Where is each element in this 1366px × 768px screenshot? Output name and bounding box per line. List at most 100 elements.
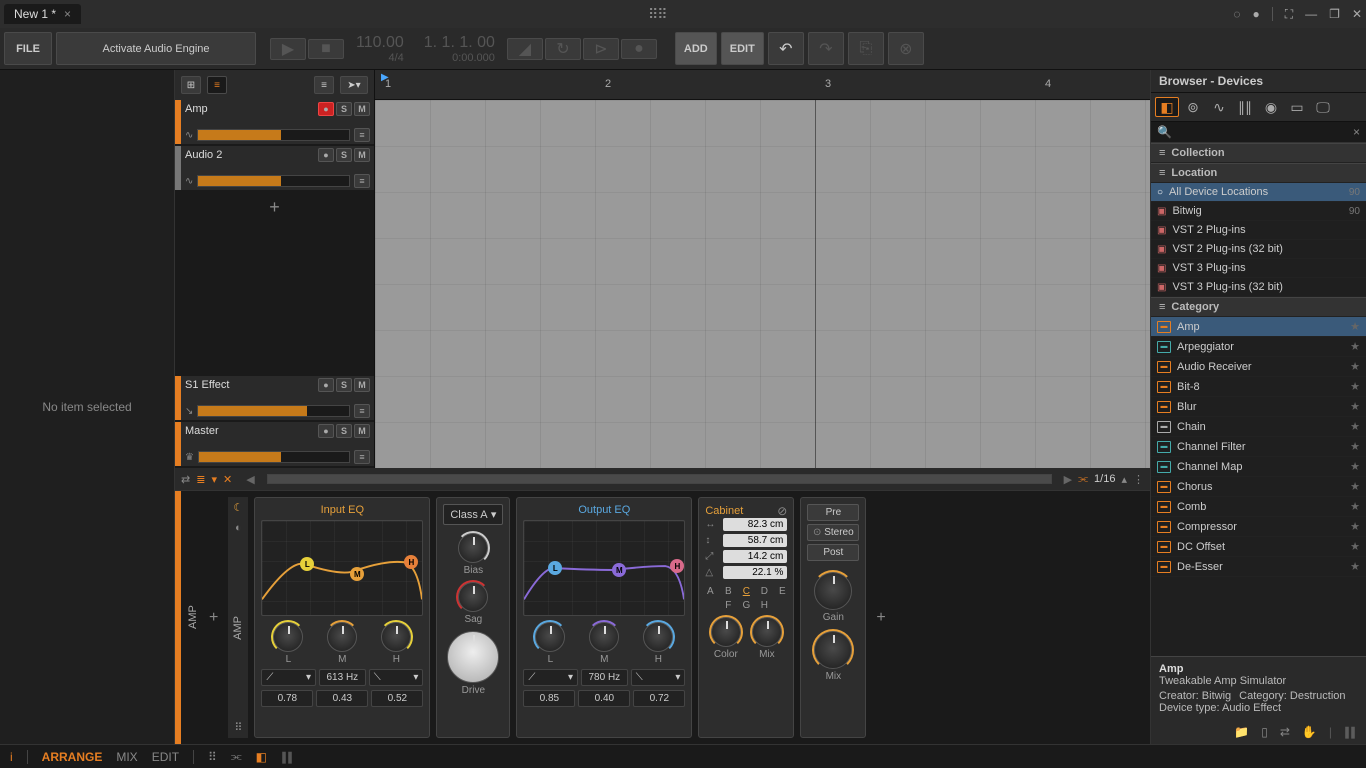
sb-icon-3[interactable]: ◧ [256,750,267,764]
output-eq-graph[interactable]: L M H [523,520,685,616]
output-eq-val-h[interactable]: 0.72 [633,690,685,707]
location-item[interactable]: ▣VST 3 Plug-ins [1151,259,1366,278]
browser-search-input[interactable] [1176,126,1353,138]
cab-damp[interactable]: 22.1 % [723,566,787,579]
punch-button[interactable]: ⊳ [583,38,619,60]
footer-icon-3[interactable]: ▾ [211,473,217,486]
zoom-label[interactable]: 1/16 [1094,473,1115,485]
favorite-icon[interactable]: ★ [1350,560,1360,573]
input-eq-val-l[interactable]: 0.78 [261,690,313,707]
stop-button[interactable]: ■ [308,39,344,59]
footer-icon-1[interactable]: ⇄ [181,473,190,486]
category-item[interactable]: ▬De-Esser★ [1151,557,1366,577]
mute-button[interactable]: M [354,102,370,116]
cabinet-preset-F[interactable]: F [723,600,733,611]
power-icon[interactable]: ◐ [235,522,242,534]
project-tab[interactable]: New 1 * × [4,4,81,24]
view-arrange[interactable]: ARRANGE [42,750,103,764]
sag-knob[interactable]: Sag [458,582,488,625]
location-item[interactable]: ○All Device Locations90 [1151,183,1366,202]
cabinet-preset-D[interactable]: D [759,586,769,597]
input-eq-knob-h[interactable]: H [381,622,411,665]
category-item[interactable]: ▬Compressor★ [1151,517,1366,537]
stereo-button[interactable]: ⊙ Stereo [807,524,859,541]
category-item[interactable]: ▬Bit-8★ [1151,377,1366,397]
input-eq-val-h[interactable]: 0.52 [371,690,423,707]
input-eq-low-shape[interactable]: ⟋▾ [261,669,316,686]
record-arm-button[interactable]: ● [318,424,334,438]
hand-icon[interactable]: ✋ [1302,725,1317,739]
record-arm-button[interactable]: ● [318,148,334,162]
favorite-icon[interactable]: ★ [1350,540,1360,553]
cabinet-preset-G[interactable]: G [741,600,751,611]
sb-icon-2[interactable]: ⫘ [231,749,242,764]
browser-location-header[interactable]: ≡Location [1151,163,1366,183]
loop-button[interactable]: ↻ [545,38,581,60]
volume-slider[interactable] [198,451,350,463]
footer-menu-icon[interactable]: ⋮ [1133,473,1144,486]
favorite-icon[interactable]: ★ [1350,420,1360,433]
mute-button[interactable]: M [354,148,370,162]
output-eq-knob-m[interactable]: M [589,622,619,665]
cabinet-preset-C[interactable]: C [741,586,751,597]
favorite-icon[interactable]: ★ [1350,460,1360,473]
solo-button[interactable]: S [336,102,352,116]
category-item[interactable]: ▬Arpeggiator★ [1151,337,1366,357]
cabinet-bypass-icon[interactable]: ⊘ [777,504,787,518]
record-arm-button[interactable]: ● [318,378,334,392]
category-item[interactable]: ▬Comb★ [1151,497,1366,517]
favorite-icon[interactable]: ★ [1350,440,1360,453]
input-eq-val-m[interactable]: 0.43 [316,690,368,707]
footer-icon-2[interactable]: ≣ [196,473,205,486]
volume-slider[interactable] [197,129,350,141]
output-eq-val-l[interactable]: 0.85 [523,690,575,707]
cabinet-preset-E[interactable]: E [777,586,787,597]
category-item[interactable]: ▬Amp★ [1151,317,1366,337]
output-eq-freq[interactable]: 780 Hz [581,669,628,686]
metronome-button[interactable]: ◢ [507,38,543,60]
handle-icon[interactable]: ⠿ [234,721,242,734]
info-icon[interactable]: i [10,750,13,764]
output-eq-knob-h[interactable]: H [643,622,673,665]
activate-engine-button[interactable]: Activate Audio Engine [56,32,256,65]
record-arm-button[interactable]: ● [318,102,334,116]
redo-button[interactable]: ↷ [808,32,844,65]
add-track-button[interactable]: + [175,192,374,222]
sb-icon-1[interactable]: ⠿ [208,750,217,764]
mix-knob[interactable]: Mix [814,631,852,682]
solo-button[interactable]: S [336,424,352,438]
cab-width[interactable]: 82.3 cm [723,518,787,531]
browser-tab-music-icon[interactable]: ◉ [1259,97,1283,117]
sb-icon-4[interactable]: ∥∥ [281,750,293,764]
category-item[interactable]: ▬Chorus★ [1151,477,1366,497]
browser-collection-header[interactable]: ≡Collection [1151,143,1366,163]
delete-button[interactable]: ⊗ [888,32,924,65]
track-row[interactable]: Master ● S M ♛ ≡ [175,422,374,466]
browser-tab-computer-icon[interactable]: 🖵 [1311,97,1335,117]
volume-slider[interactable] [197,175,350,187]
zoom-up-icon[interactable]: ▴ [1121,473,1127,486]
position-display[interactable]: 1. 1. 1. 00 0:00.000 [416,32,503,65]
input-eq-knob-m[interactable]: M [327,622,357,665]
cab-depth[interactable]: 14.2 cm [723,550,787,563]
scroll-right-icon[interactable]: ▶ [1064,473,1072,486]
close-window-icon[interactable]: ✕ [1352,7,1362,21]
favorite-icon[interactable]: ★ [1350,340,1360,353]
favorite-icon[interactable]: ★ [1350,520,1360,533]
category-item[interactable]: ▬Blur★ [1151,397,1366,417]
fullscreen-icon[interactable]: ⛶ [1285,7,1293,22]
view-grid-icon[interactable]: ⊞ [181,76,201,94]
track-row[interactable]: Audio 2 ● S M ∿ ≡ [175,146,374,190]
record-button[interactable]: ● [621,39,657,59]
location-item[interactable]: ▣VST 2 Plug-ins (32 bit) [1151,240,1366,259]
bias-knob[interactable]: Bias [458,533,488,576]
output-eq-low-shape[interactable]: ⟋▾ [523,669,578,686]
browser-tab-devices-icon[interactable]: ◧ [1155,97,1179,117]
mute-button[interactable]: M [354,424,370,438]
track-menu-button[interactable]: ≡ [354,450,370,464]
tempo-display[interactable]: 110.00 4/4 [348,32,412,65]
add-device-before-button[interactable]: + [205,497,222,738]
browser-tab-presets-icon[interactable]: ⊚ [1181,97,1205,117]
scroll-left-icon[interactable]: ◀ [246,473,254,486]
amp-class-select[interactable]: Class A▾ [443,504,503,525]
